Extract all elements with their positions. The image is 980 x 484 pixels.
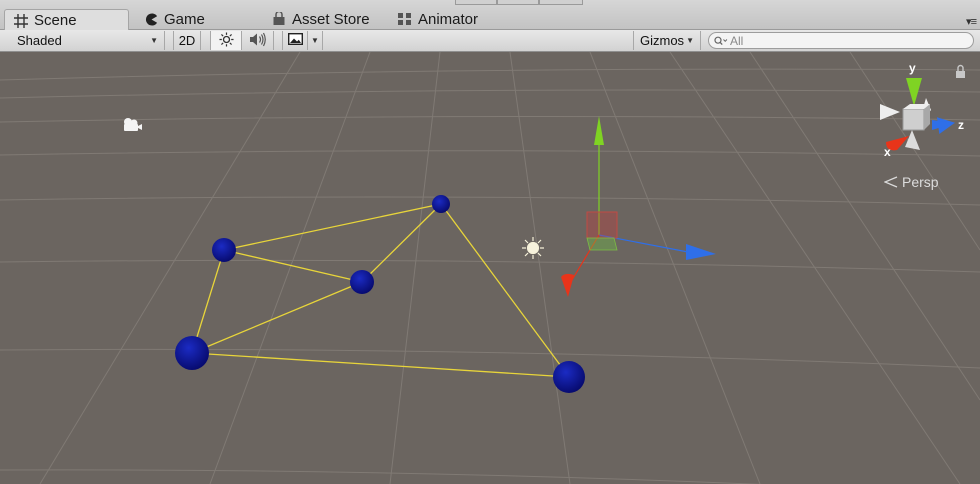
tab-label: Scene — [34, 12, 77, 29]
animator-icon — [397, 11, 413, 27]
tab-game[interactable]: Game — [143, 8, 205, 30]
sphere-node[interactable] — [175, 336, 209, 370]
sun-icon — [218, 31, 234, 50]
projection-toggle[interactable]: Persp — [884, 174, 939, 190]
effects-toggle-button[interactable] — [282, 31, 308, 50]
scene-canvas[interactable] — [0, 52, 980, 484]
orientation-gizmo[interactable] — [880, 78, 956, 151]
search-input[interactable] — [730, 33, 950, 48]
lock-icon[interactable] — [956, 64, 965, 79]
draw-mode-label: Shaded — [17, 33, 62, 48]
projection-label: Persp — [902, 174, 939, 190]
tab-scene[interactable]: Scene — [4, 9, 129, 31]
gizmos-dropdown[interactable]: Gizmos ▼ — [633, 31, 701, 50]
2d-label: 2D — [178, 33, 196, 48]
window-notch — [497, 0, 539, 5]
sphere-node[interactable] — [350, 270, 374, 294]
grid-icon — [13, 13, 29, 29]
axis-x-label: x — [884, 145, 891, 159]
sphere-node[interactable] — [553, 361, 585, 393]
search-box[interactable] — [708, 32, 974, 49]
search-icon — [714, 36, 728, 46]
image-icon — [287, 32, 303, 48]
audio-toggle-button[interactable] — [242, 31, 274, 50]
ground-grid — [0, 52, 980, 484]
tab-label: Game — [164, 10, 205, 28]
tab-label: Asset Store — [292, 10, 370, 28]
pacman-icon — [143, 11, 159, 27]
tab-menu-icon[interactable]: ▾≡ — [966, 15, 977, 28]
move-tool-gizmo[interactable] — [561, 116, 716, 297]
lighting-toggle-button[interactable] — [210, 31, 242, 50]
tab-animator[interactable]: Animator — [397, 8, 478, 30]
effects-dropdown[interactable]: ▼ — [308, 31, 323, 50]
light-sun-icon[interactable] — [522, 237, 544, 259]
tab-label: Animator — [418, 10, 479, 28]
perspective-icon — [884, 176, 898, 188]
2d-toggle-button[interactable]: 2D — [173, 31, 201, 50]
chevron-down-icon: ▼ — [311, 36, 319, 45]
speaker-icon — [249, 32, 267, 50]
chevron-down-icon: ▼ — [686, 36, 694, 45]
gizmos-label: Gizmos — [640, 33, 685, 48]
sphere-node[interactable] — [432, 195, 450, 213]
sphere-node[interactable] — [212, 238, 236, 262]
draw-mode-dropdown[interactable]: Shaded ▼ — [10, 31, 165, 50]
window-notch — [539, 0, 583, 5]
window-notch — [455, 0, 497, 5]
tab-asset-store[interactable]: Asset Store — [271, 8, 370, 30]
store-icon — [271, 11, 287, 27]
axis-z-label: z — [958, 118, 964, 132]
tab-bar: Scene Game Asset Store Animator ▾≡ — [0, 0, 980, 31]
chevron-down-icon: ▼ — [150, 36, 158, 45]
scene-viewport[interactable]: y z x — [0, 52, 980, 484]
axis-y-label: y — [909, 61, 916, 75]
